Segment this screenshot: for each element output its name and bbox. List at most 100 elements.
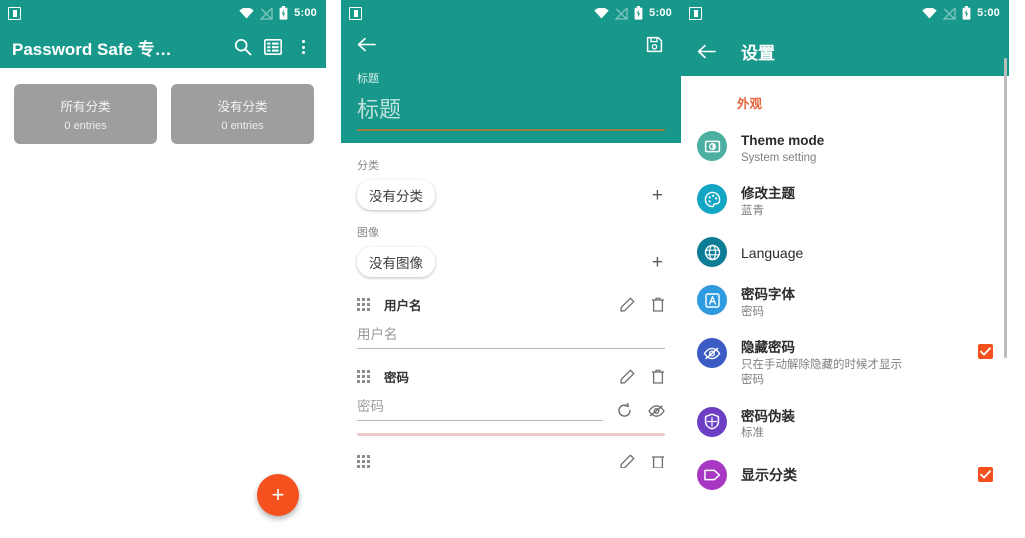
signal-off-icon xyxy=(614,6,628,20)
image-chip-row: 没有图像 + xyxy=(357,247,665,277)
settings-scrollbar[interactable] xyxy=(1004,58,1007,358)
app-square-icon xyxy=(689,6,702,20)
status-clock: 5:00 xyxy=(294,7,317,19)
field-name: 密码 xyxy=(384,371,410,385)
brightness-icon xyxy=(697,131,727,161)
setting-checkbox-hide-password[interactable] xyxy=(978,344,993,360)
battery-icon xyxy=(279,6,288,20)
drag-handle-icon[interactable] xyxy=(357,455,370,468)
add-entry-fab[interactable]: + xyxy=(257,474,299,516)
category-card-row: 所有分类 0 entries 没有分类 0 entries xyxy=(0,68,326,144)
drag-handle-icon[interactable] xyxy=(357,370,370,383)
signal-off-icon xyxy=(259,6,273,20)
entry-form-sheet: 分类 没有分类 + 图像 没有图像 + 用户名 用户名 密码 密码 xyxy=(341,157,681,468)
refresh-icon[interactable] xyxy=(617,403,632,418)
phone-panel-edit-entry: 5:00 标题 标题 分类 没有分类 + 图像 没有图像 + 用户名 用户名 密… xyxy=(341,0,681,538)
setting-item-hide-password[interactable]: 隐藏密码 只在手动解除隐藏的时候才显示 密码 xyxy=(681,329,1009,398)
setting-title: 密码伪装 xyxy=(741,408,795,424)
setting-subtitle: System setting xyxy=(741,151,817,164)
wifi-icon xyxy=(922,7,937,19)
status-bar: 5:00 xyxy=(0,0,326,26)
app-square-icon xyxy=(349,6,362,20)
setting-checkbox-show-categories[interactable] xyxy=(978,467,993,483)
view-list-icon[interactable] xyxy=(258,32,288,62)
title-field-label: 标题 xyxy=(357,73,379,85)
font-icon xyxy=(697,285,727,316)
trash-icon[interactable] xyxy=(651,297,665,312)
trash-icon[interactable] xyxy=(651,454,665,468)
wifi-icon xyxy=(239,7,254,19)
globe-icon xyxy=(697,237,727,268)
setting-item-password-font[interactable]: 密码字体 密码 xyxy=(681,276,1009,329)
category-card-none[interactable]: 没有分类 0 entries xyxy=(171,84,314,144)
username-input[interactable]: 用户名 xyxy=(357,323,665,348)
panel-divider xyxy=(326,0,341,538)
title-input[interactable]: 标题 xyxy=(357,92,665,131)
setting-item-password-disguise[interactable]: 密码伪装 标准 xyxy=(681,398,1009,451)
category-card-all[interactable]: 所有分类 0 entries xyxy=(14,84,157,144)
app-square-icon xyxy=(8,6,21,20)
setting-subtitle: 标准 xyxy=(741,427,764,440)
field-row-partial xyxy=(357,454,665,468)
entry-title-block: 标题 标题 xyxy=(341,62,681,143)
setting-subtitle: 蓝青 xyxy=(741,204,764,217)
search-icon[interactable] xyxy=(228,32,258,62)
tag-icon xyxy=(697,459,727,490)
setting-item-change-theme[interactable]: 修改主题 蓝青 xyxy=(681,175,1009,228)
phone-panel-password-list: 5:00 Password Safe 专… 所有分类 0 entries 没有分… xyxy=(0,0,326,538)
signal-off-icon xyxy=(942,6,956,20)
setting-title: Language xyxy=(741,244,804,261)
setting-item-theme-mode[interactable]: Theme mode System setting xyxy=(681,122,1009,175)
category-field-label: 分类 xyxy=(357,160,379,172)
pencil-icon[interactable] xyxy=(620,454,635,468)
image-chip[interactable]: 没有图像 xyxy=(357,247,435,277)
field-name: 用户名 xyxy=(384,299,422,313)
setting-subtitle: 密码 xyxy=(741,305,764,318)
app-title: Password Safe 专… xyxy=(12,39,172,59)
palette-icon xyxy=(697,184,727,215)
wifi-icon xyxy=(594,7,609,19)
section-header-appearance: 外观 xyxy=(737,97,763,111)
phone-panel-settings: 5:00 设置 外观 Theme mode System setting 修改主… xyxy=(681,0,1009,538)
field-row-password: 密码 密码 xyxy=(357,367,665,436)
battery-icon xyxy=(962,6,971,20)
field-separator-rule xyxy=(357,433,665,436)
field-row-username: 用户名 用户名 xyxy=(357,295,665,349)
category-chip-row: 没有分类 + xyxy=(357,180,665,210)
back-arrow-icon[interactable] xyxy=(353,29,379,59)
settings-title: 设置 xyxy=(741,43,775,63)
save-icon[interactable] xyxy=(639,29,669,59)
setting-title: 隐藏密码 xyxy=(741,340,795,356)
status-bar: 5:00 xyxy=(341,0,681,26)
back-arrow-icon[interactable] xyxy=(693,36,719,66)
pencil-icon[interactable] xyxy=(620,297,635,312)
status-clock: 5:00 xyxy=(649,7,672,19)
setting-title: 修改主题 xyxy=(741,186,795,202)
add-image-icon[interactable]: + xyxy=(652,253,665,272)
status-clock: 5:00 xyxy=(977,7,1000,19)
app-bar xyxy=(341,26,681,62)
setting-subtitle: 只在手动解除隐藏的时候才显示 密码 xyxy=(741,358,902,387)
setting-title: Theme mode xyxy=(741,133,825,148)
trash-icon[interactable] xyxy=(651,369,665,384)
drag-handle-icon[interactable] xyxy=(357,298,370,311)
category-name: 所有分类 xyxy=(60,100,111,114)
password-input[interactable]: 密码 xyxy=(357,395,603,420)
eye-off-icon[interactable] xyxy=(648,404,665,418)
three-phone-screenshot-montage: 5:00 Password Safe 专… 所有分类 0 entries 没有分… xyxy=(0,0,1025,538)
category-chip[interactable]: 没有分类 xyxy=(357,180,435,210)
app-bar: Password Safe 专… xyxy=(0,26,326,68)
app-bar: 设置 xyxy=(681,26,1009,76)
battery-icon xyxy=(634,6,643,20)
pencil-icon[interactable] xyxy=(620,369,635,384)
image-field-label: 图像 xyxy=(357,227,379,239)
setting-title: 密码字体 xyxy=(741,287,795,303)
add-category-icon[interactable]: + xyxy=(652,186,665,205)
setting-item-language[interactable]: Language xyxy=(681,228,1009,276)
category-count: 0 entries xyxy=(221,120,264,132)
setting-title: 显示分类 xyxy=(741,467,797,484)
overflow-menu-icon[interactable] xyxy=(288,32,318,62)
category-count: 0 entries xyxy=(64,120,107,132)
category-name: 没有分类 xyxy=(217,100,268,114)
setting-item-show-categories[interactable]: 显示分类 xyxy=(681,451,1009,499)
